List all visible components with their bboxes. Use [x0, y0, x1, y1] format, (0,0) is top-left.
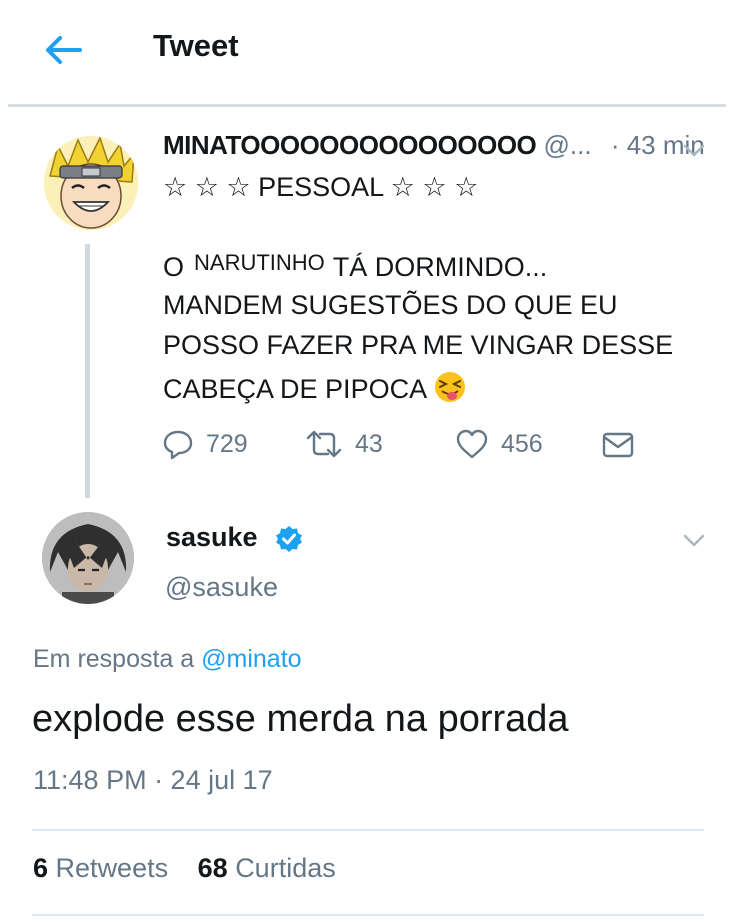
likes-stat[interactable]: 68 Curtidas	[198, 853, 336, 883]
tweet-text-line: ☆ ☆ ☆ PESSOAL ☆ ☆ ☆	[163, 172, 479, 202]
verified-badge-icon	[275, 525, 303, 553]
tweet-stats: 6 Retweets 68 Curtidas	[33, 853, 358, 884]
reply-timestamp[interactable]: 11:48 PM · 24 jul 17	[33, 765, 273, 796]
sasuke-avatar[interactable]	[42, 512, 134, 604]
minato-avatar-image	[44, 136, 138, 230]
reply-tweet-menu-button[interactable]	[681, 530, 707, 550]
envelope-icon	[602, 432, 634, 458]
like-count: 456	[501, 429, 543, 458]
likes-label: Curtidas	[235, 853, 336, 883]
stats-divider-top	[32, 829, 704, 831]
thread-line	[85, 244, 90, 498]
heart-icon	[456, 429, 488, 459]
tweet-text-line: POSSO FAZER PRA ME VINGAR DESSE	[163, 330, 674, 360]
direct-message-button[interactable]	[600, 426, 636, 462]
retweet-count: 43	[355, 429, 383, 458]
back-arrow-icon	[46, 36, 82, 64]
reply-author-name[interactable]: sasuke	[166, 522, 258, 553]
squinting-tongue-emoji-icon	[433, 370, 467, 404]
stats-divider-bottom	[32, 914, 704, 916]
minato-avatar[interactable]	[44, 136, 138, 230]
parent-author-handle[interactable]: @...	[544, 130, 592, 160]
retweets-label: Retweets	[55, 853, 169, 883]
retweet-icon	[306, 430, 342, 458]
likes-count: 68	[197, 853, 228, 883]
tweet-text-fragment: O	[163, 252, 185, 282]
reply-count: 729	[206, 429, 248, 458]
reply-author-handle[interactable]: @sasuke	[165, 572, 278, 603]
parent-tweet-menu-button[interactable]	[681, 140, 707, 160]
parent-author-line: MINATOOOOOOOOOOOOOOO @... · 43 min	[163, 130, 705, 161]
back-button[interactable]	[42, 30, 86, 70]
page-title: Tweet	[153, 28, 239, 63]
reply-context: Em resposta a @minato	[33, 645, 302, 674]
reply-tweet-text: explode esse merda na porrada	[32, 698, 569, 740]
tweet-text-line: MANDEM SUGESTÕES DO QUE EU	[163, 290, 618, 320]
reply-button[interactable]: 729	[162, 426, 248, 462]
sasuke-avatar-image	[42, 512, 134, 604]
like-button[interactable]: 456	[455, 426, 543, 462]
reply-target-link[interactable]: @minato	[201, 645, 301, 673]
reply-icon	[163, 430, 193, 460]
header-divider	[8, 104, 726, 107]
tweet-text-line: O NARUTINHO TÁ DORMINDO...	[163, 250, 547, 283]
chevron-down-icon	[683, 144, 705, 157]
reply-context-label: Em resposta a	[33, 645, 195, 673]
tweet-text-line: CABEÇA DE PIPOCA	[163, 370, 467, 405]
retweet-button[interactable]: 43	[305, 426, 383, 462]
parent-author-name[interactable]: MINATOOOOOOOOOOOOOOO	[163, 130, 537, 160]
tweet-text-fragment: TÁ DORMINDO...	[332, 252, 548, 282]
retweets-stat[interactable]: 6 Retweets	[33, 853, 168, 883]
tweet-text-fragment: CABEÇA DE PIPOCA	[163, 374, 428, 404]
retweets-count: 6	[33, 853, 49, 883]
tweet-nickname: NARUTINHO	[194, 250, 325, 275]
chevron-down-icon	[683, 534, 705, 547]
